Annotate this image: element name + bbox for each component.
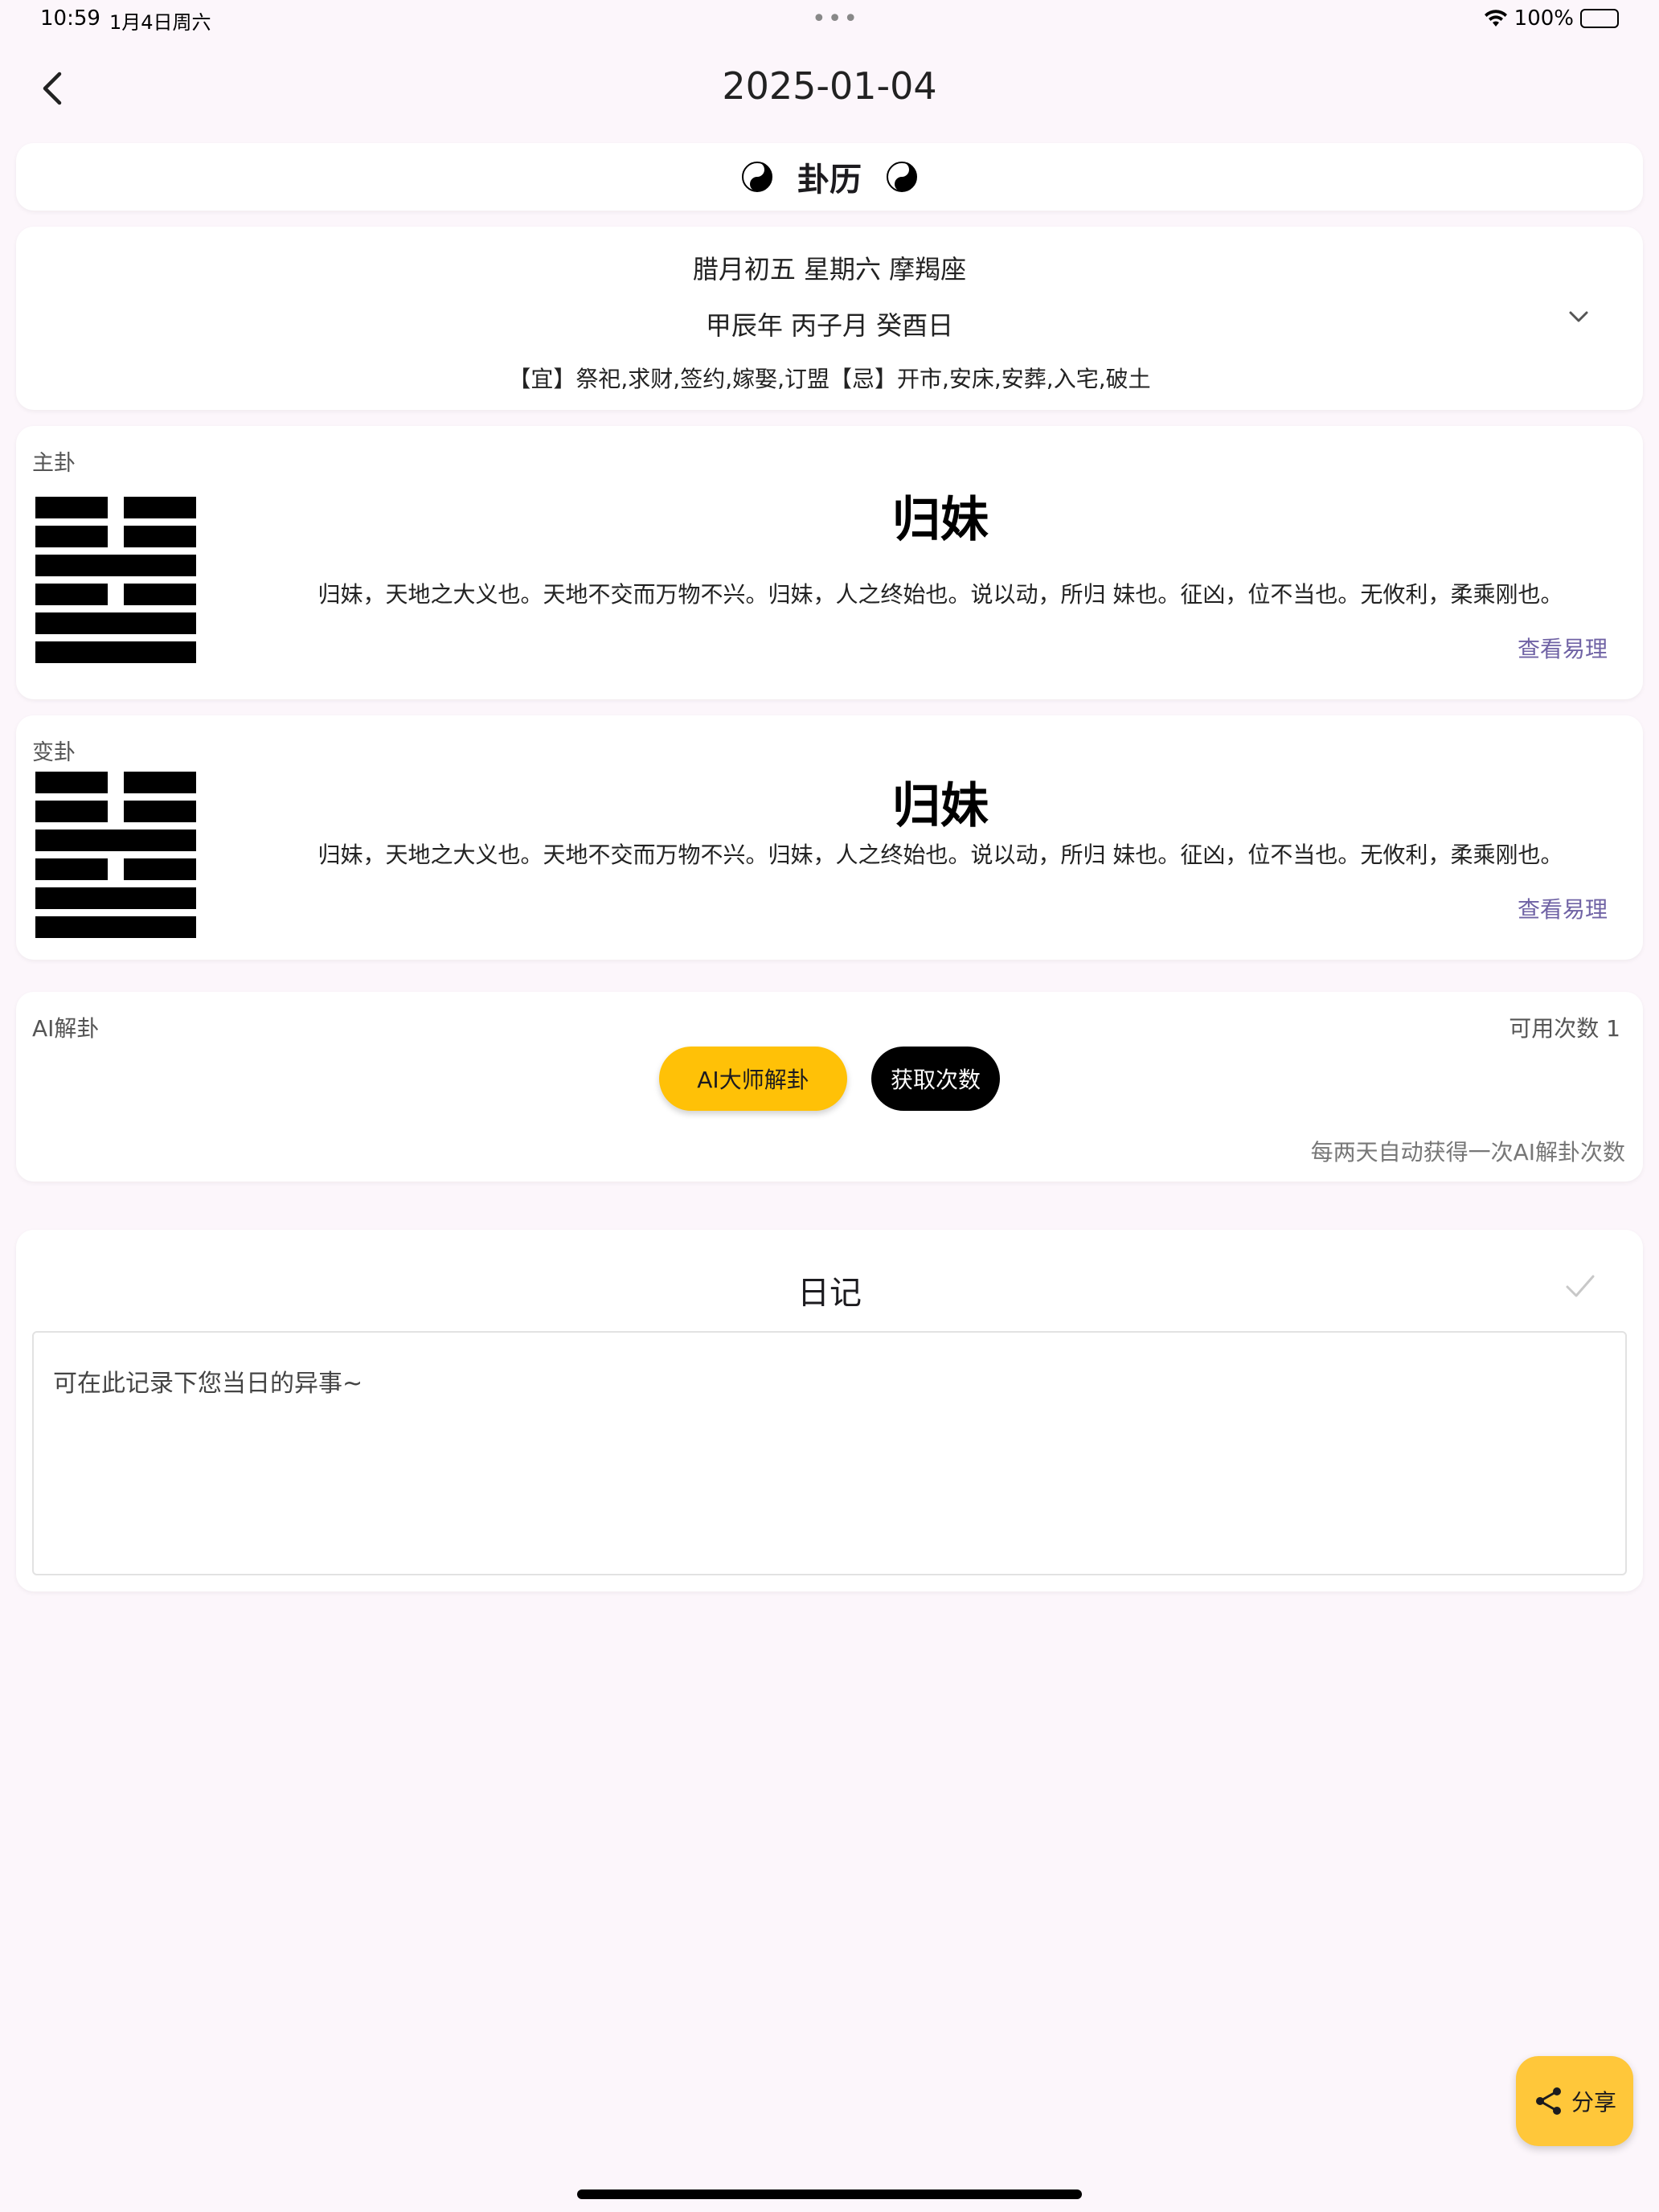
app-bar: 2025-01-04 bbox=[0, 48, 1659, 129]
status-bar: 10:59 1月4日周六 ••• 100% bbox=[0, 0, 1659, 39]
multitask-dots[interactable]: ••• bbox=[812, 5, 859, 33]
share-label: 分享 bbox=[1571, 2089, 1616, 2116]
check-icon[interactable] bbox=[1563, 1268, 1598, 1304]
changed-hexagram-description: 归妹，天地之大义也。天地不交而万物不兴。归妹，人之终始也。说以动，所归 妹也。征… bbox=[317, 842, 1563, 868]
main-hexagram-label: 主卦 bbox=[32, 451, 76, 476]
battery-icon bbox=[1580, 9, 1619, 28]
hexagram-line-broken bbox=[35, 584, 196, 605]
status-time: 10:59 bbox=[40, 6, 100, 31]
header-title: 卦历 bbox=[797, 162, 862, 199]
hexagram-line-solid bbox=[35, 641, 196, 663]
home-indicator[interactable] bbox=[577, 2189, 1082, 2199]
changed-hexagram-card: 变卦 归妹 归妹，天地之大义也。天地不交而万物不兴。归妹，人之终始也。说以动，所… bbox=[16, 715, 1643, 960]
ai-label: AI解卦 bbox=[32, 1015, 100, 1042]
hexagram-line-broken bbox=[35, 772, 196, 793]
yin-yang-icon bbox=[887, 162, 917, 192]
hexagram-line-solid bbox=[35, 555, 196, 576]
hexagram-line-solid bbox=[35, 887, 196, 909]
changed-view-yili-link[interactable]: 查看易理 bbox=[1518, 892, 1608, 924]
main-hexagram-name: 归妹 bbox=[892, 492, 989, 548]
hexagram-line-broken bbox=[35, 801, 196, 822]
status-date: 1月4日周六 bbox=[109, 11, 211, 34]
hexagram-line-solid bbox=[35, 612, 196, 634]
diary-title: 日记 bbox=[797, 1275, 862, 1312]
yi-ji-line: 【宜】祭祀,求财,签约,嫁娶,订盟【忌】开市,安床,安葬,入宅,破土 bbox=[508, 366, 1151, 392]
main-view-yili-link[interactable]: 查看易理 bbox=[1518, 632, 1608, 664]
changed-hexagram-label: 变卦 bbox=[32, 740, 76, 765]
hexagram-line-broken bbox=[35, 497, 196, 518]
main-hexagram-card: 主卦 归妹 归妹，天地之大义也。天地不交而万物不兴。归妹，人之终始也。说以动，所… bbox=[16, 426, 1643, 699]
share-button[interactable]: 分享 bbox=[1516, 2056, 1633, 2146]
share-icon bbox=[1535, 2087, 1561, 2115]
ai-available-count: 可用次数 1 bbox=[1509, 1015, 1620, 1042]
chevron-down-icon[interactable] bbox=[1563, 301, 1595, 333]
battery-percent: 100% bbox=[1514, 6, 1574, 31]
yin-yang-icon bbox=[742, 162, 772, 192]
lunar-info-card[interactable]: 腊月初五 星期六 摩羯座 甲辰年 丙子月 癸酉日 【宜】祭祀,求财,签约,嫁娶,… bbox=[16, 227, 1643, 410]
diary-card: 日记 bbox=[16, 1230, 1643, 1591]
ai-master-button[interactable]: AI大师解卦 bbox=[659, 1047, 847, 1111]
main-hexagram-description: 归妹，天地之大义也。天地不交而万物不兴。归妹，人之终始也。说以动，所归 妹也。征… bbox=[317, 581, 1563, 608]
get-count-button[interactable]: 获取次数 bbox=[871, 1047, 1000, 1111]
page-title: 2025-01-04 bbox=[722, 64, 937, 108]
diary-input[interactable] bbox=[32, 1331, 1627, 1575]
ai-interpretation-card: AI解卦 可用次数 1 AI大师解卦 获取次数 每两天自动获得一次AI解卦次数 bbox=[16, 992, 1643, 1182]
hexagram-line-solid bbox=[35, 830, 196, 851]
status-right: 100% bbox=[1484, 6, 1619, 31]
changed-hexagram-name: 归妹 bbox=[892, 778, 989, 834]
calendar-header-card: 卦历 bbox=[16, 143, 1643, 211]
hexagram-symbol bbox=[35, 772, 196, 945]
ai-note: 每两天自动获得一次AI解卦次数 bbox=[1310, 1139, 1625, 1165]
hexagram-line-broken bbox=[35, 526, 196, 547]
lunar-date-line: 腊月初五 星期六 摩羯座 bbox=[692, 254, 967, 285]
hexagram-symbol bbox=[35, 497, 196, 670]
hexagram-line-solid bbox=[35, 916, 196, 938]
hexagram-line-broken bbox=[35, 858, 196, 880]
ganzhi-line: 甲辰年 丙子月 癸酉日 bbox=[705, 310, 954, 341]
wifi-icon bbox=[1484, 10, 1507, 27]
